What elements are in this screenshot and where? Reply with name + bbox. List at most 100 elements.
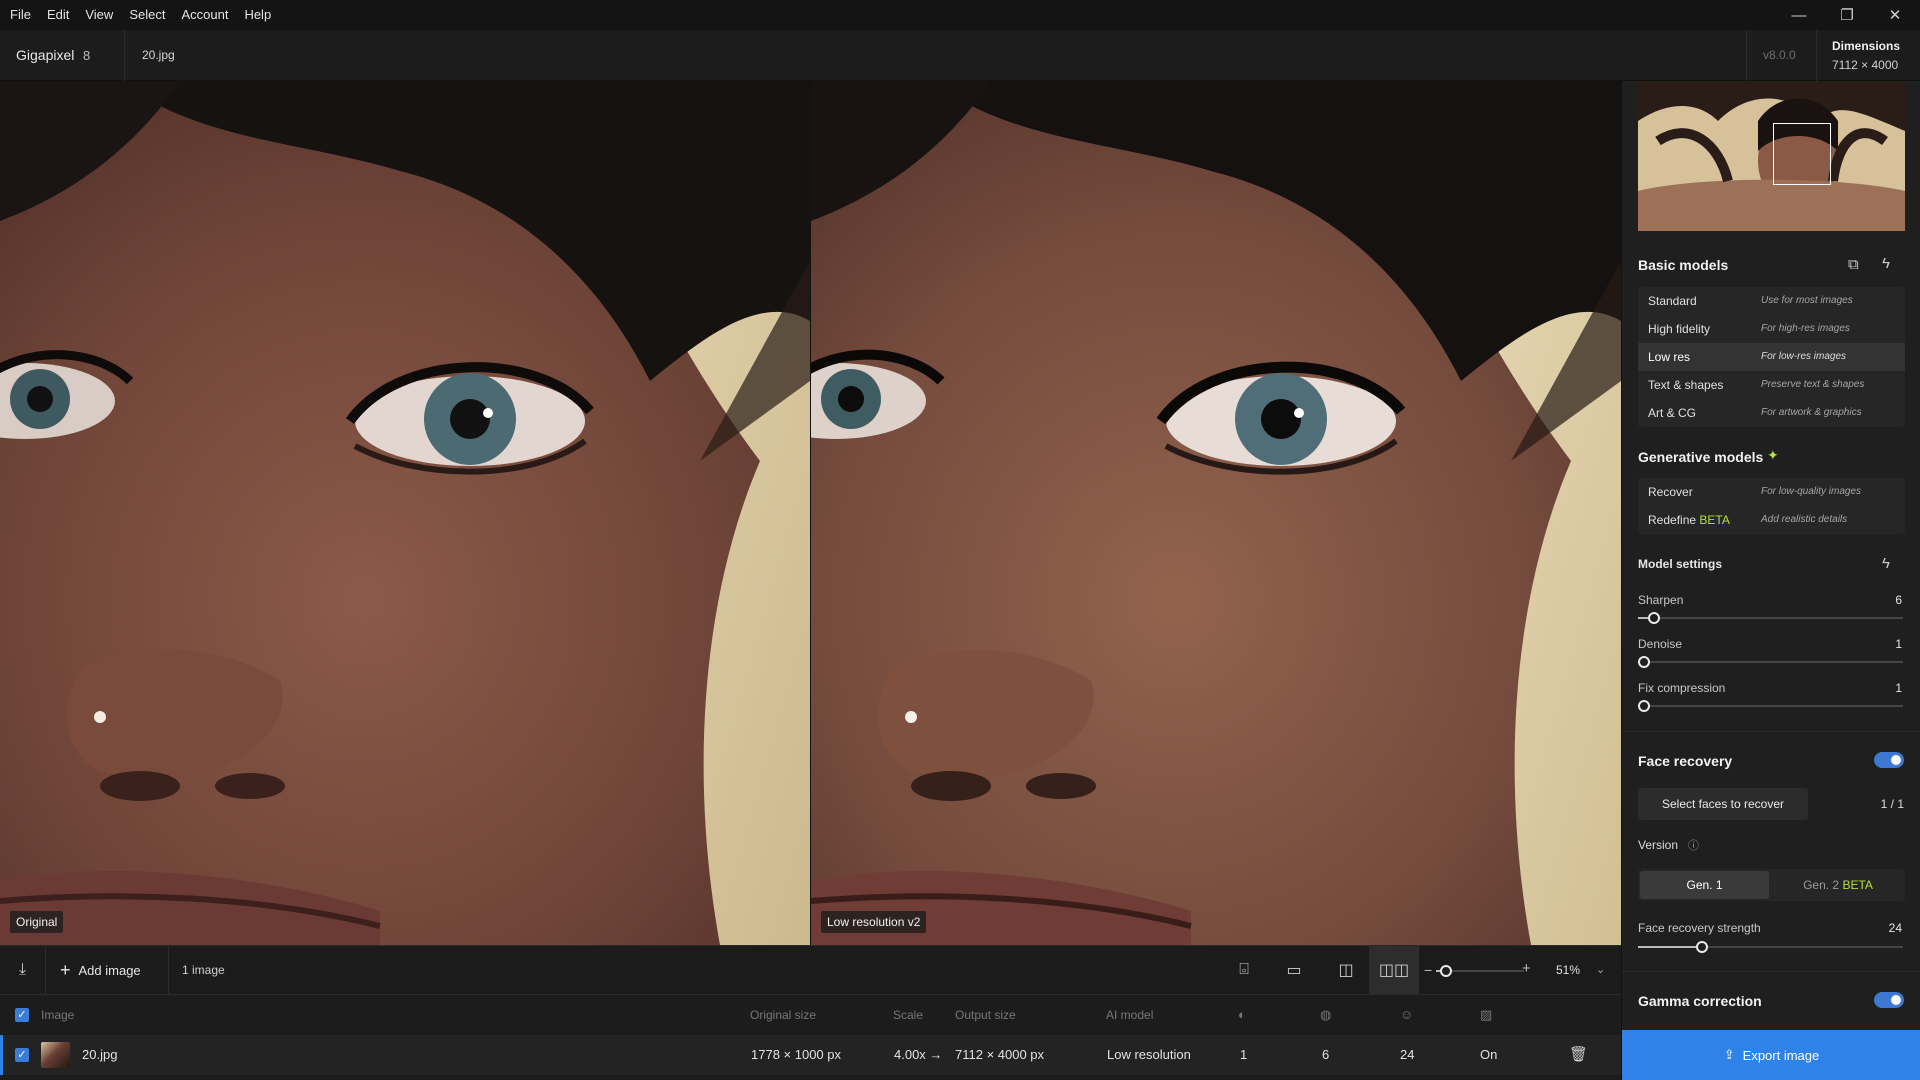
face-strength-label: Face recovery strength: [1638, 921, 1761, 935]
sharpen-knob[interactable]: [1648, 612, 1660, 624]
gamma-correction-toggle[interactable]: [1874, 992, 1904, 1008]
chevron-down-icon[interactable]: ⌄: [1596, 946, 1605, 994]
zoom-level[interactable]: 51%: [1556, 946, 1580, 994]
basic-models-title: Basic models: [1638, 257, 1729, 273]
model-settings-title: Model settings: [1638, 557, 1723, 571]
navigator-image: [1638, 81, 1905, 231]
denoise-label: Denoise: [1638, 637, 1683, 651]
image-viewer[interactable]: Original Low resolution v2: [0, 81, 1621, 945]
select-faces-button[interactable]: Select faces to recover: [1638, 788, 1808, 820]
dimensions-label: Dimensions: [1832, 39, 1901, 53]
side-by-side-view-icon[interactable]: ◫◫: [1369, 946, 1419, 994]
menu-edit[interactable]: Edit: [39, 0, 77, 30]
export-image-button[interactable]: ⇪ Export image: [1622, 1030, 1920, 1080]
zoom-slider[interactable]: [1436, 965, 1524, 977]
model-name: Art & CG: [1648, 406, 1697, 420]
face-recovery-title: Face recovery: [1638, 753, 1733, 769]
model-text-shapes[interactable]: Text & shapes Preserve text & shapes: [1638, 371, 1905, 399]
close-icon[interactable]: ✕: [1872, 0, 1918, 30]
original-preview[interactable]: Original: [0, 81, 810, 945]
trash-icon[interactable]: 🗑: [1569, 1035, 1588, 1075]
import-icon[interactable]: ⤓: [0, 946, 46, 994]
divider: [1622, 731, 1920, 732]
app-name: Gigapixel: [16, 47, 75, 63]
divider: [168, 946, 169, 994]
sharpen-column-icon: ◐: [1238, 1007, 1246, 1022]
fix-compression-label: Fix compression: [1638, 681, 1726, 695]
denoise-value[interactable]: 1: [1895, 637, 1902, 651]
face-strength-slider[interactable]: [1638, 941, 1903, 953]
menu-view[interactable]: View: [77, 0, 121, 30]
denoise-column-icon: ◍: [1320, 1007, 1332, 1022]
model-name: Redefine BETA: [1648, 506, 1730, 534]
fix-compression-slider[interactable]: [1638, 700, 1903, 712]
export-icon: ⇪: [1723, 1047, 1735, 1062]
row-checkbox[interactable]: ✓: [15, 1048, 29, 1062]
add-image-button[interactable]: + Add image: [60, 946, 160, 994]
col-header-output-size[interactable]: Output size: [955, 995, 1016, 1035]
model-high-fidelity[interactable]: High fidelity For high-res images: [1638, 315, 1905, 343]
single-view-icon[interactable]: ▭: [1278, 946, 1310, 994]
navigator-thumbnail[interactable]: [1638, 81, 1905, 231]
file-tab[interactable]: 20.jpg: [142, 30, 175, 81]
model-desc: For low-res images: [1761, 351, 1847, 362]
model-desc: For artwork & graphics: [1761, 407, 1862, 418]
compare-models-icon[interactable]: ⧉: [1848, 256, 1859, 273]
enhanced-preview[interactable]: Low resolution v2: [811, 81, 1621, 945]
divider: [124, 30, 125, 81]
basic-models-list: Standard Use for most images High fideli…: [1638, 287, 1905, 427]
model-low-res[interactable]: Low res For low-res images: [1638, 343, 1905, 371]
face-strength-fill: [1638, 946, 1702, 948]
version-label: Version: [1638, 838, 1679, 852]
model-redefine[interactable]: Redefine BETA Add realistic details: [1638, 506, 1905, 534]
col-header-scale[interactable]: Scale: [893, 995, 923, 1035]
menu-select[interactable]: Select: [121, 0, 173, 30]
col-header-image[interactable]: Image: [41, 995, 74, 1035]
gen1-button[interactable]: Gen. 1: [1640, 871, 1769, 899]
face-detect-icon[interactable]: ⌻: [1228, 946, 1260, 994]
menu-file[interactable]: File: [0, 0, 39, 30]
auto-icon[interactable]: ϟ: [1882, 255, 1890, 272]
model-desc: Preserve text & shapes: [1761, 379, 1865, 390]
menu-account[interactable]: Account: [173, 0, 236, 30]
row-selection-indicator: [0, 1035, 3, 1075]
denoise-slider[interactable]: [1638, 656, 1903, 668]
model-name: Text & shapes: [1648, 378, 1724, 392]
row-face-strength: 24: [1400, 1047, 1415, 1062]
denoise-knob[interactable]: [1638, 656, 1650, 668]
row-gamma: On: [1480, 1047, 1498, 1062]
fix-compression-value[interactable]: 1: [1895, 681, 1902, 695]
plus-icon: +: [60, 959, 71, 980]
minimize-icon[interactable]: —: [1776, 0, 1822, 30]
face-strength-value[interactable]: 24: [1889, 921, 1902, 935]
info-icon[interactable]: ⓘ: [1688, 837, 1699, 853]
gamma-correction-title: Gamma correction: [1638, 993, 1762, 1009]
model-name: Standard: [1648, 294, 1697, 308]
model-recover[interactable]: Recover For low-quality images: [1638, 478, 1905, 506]
face-recovery-toggle[interactable]: [1874, 752, 1904, 768]
col-header-ai-model[interactable]: AI model: [1106, 995, 1153, 1035]
model-standard[interactable]: Standard Use for most images: [1638, 287, 1905, 315]
fix-compression-knob[interactable]: [1638, 700, 1650, 712]
split-view-icon[interactable]: ◫: [1330, 946, 1362, 994]
select-all-checkbox[interactable]: ✓: [15, 1008, 29, 1022]
model-desc: Add realistic details: [1761, 514, 1848, 525]
auto-settings-icon[interactable]: ϟ: [1882, 555, 1890, 572]
col-header-original-size[interactable]: Original size: [750, 995, 816, 1035]
zoom-out-icon[interactable]: −: [1424, 962, 1432, 978]
face-strength-knob[interactable]: [1696, 941, 1708, 953]
menu-help[interactable]: Help: [236, 0, 279, 30]
zoom-in-icon[interactable]: +: [1522, 960, 1531, 977]
navigator-viewport[interactable]: [1773, 123, 1831, 185]
settings-panel: Basic models ⧉ ϟ Standard Use for most i…: [1621, 81, 1920, 1080]
image-table: ✓ Image Original size Scale Output size …: [0, 995, 1621, 1080]
sharpen-value[interactable]: 6: [1895, 593, 1902, 607]
model-art-cg[interactable]: Art & CG For artwork & graphics: [1638, 399, 1905, 427]
zoom-slider-knob[interactable]: [1440, 965, 1452, 977]
image-count: 1 image: [182, 963, 225, 977]
row-scale: 4.00x →: [894, 1047, 943, 1062]
gen2-button[interactable]: Gen. 2 BETA: [1773, 871, 1903, 899]
sparkle-icon: ✦: [1767, 447, 1779, 463]
sharpen-slider[interactable]: [1638, 612, 1903, 624]
restore-icon[interactable]: ❐: [1824, 0, 1870, 30]
